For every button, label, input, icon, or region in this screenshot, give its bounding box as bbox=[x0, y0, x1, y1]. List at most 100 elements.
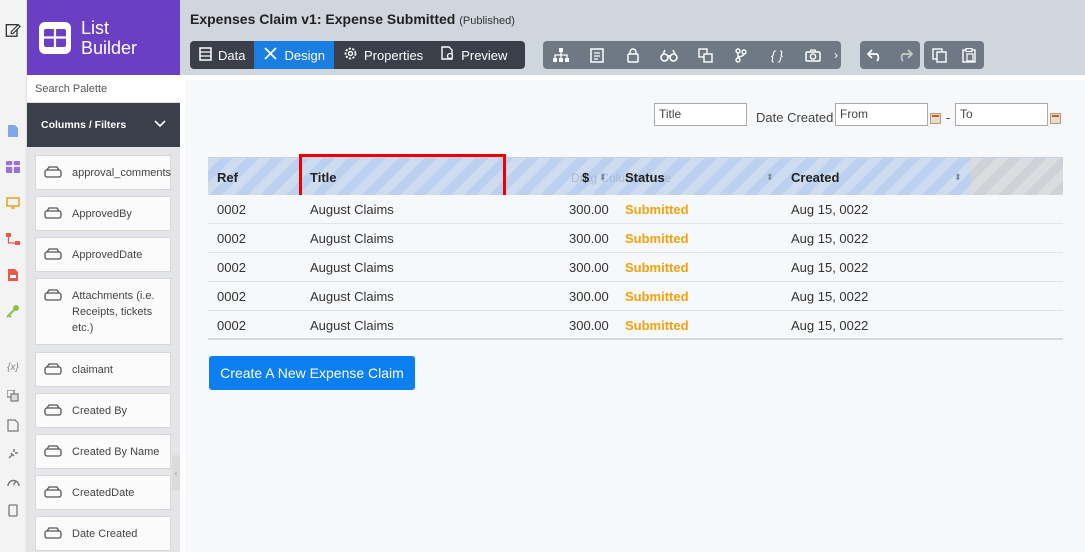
title-filter-input[interactable]: Title bbox=[654, 103, 747, 126]
workflow-icon[interactable] bbox=[5, 231, 21, 247]
cell-status: Submitted bbox=[625, 202, 689, 217]
sort-icon[interactable]: ⬍ bbox=[766, 172, 774, 183]
monitor-icon[interactable] bbox=[5, 195, 21, 211]
calendar-icon[interactable] bbox=[1050, 113, 1061, 124]
plug-icon[interactable] bbox=[5, 446, 21, 462]
grid-header: Drag Column Here Ref Title $ ⬍ Status ⬍ … bbox=[208, 154, 1063, 199]
field-label: CreatedDate bbox=[72, 487, 135, 499]
cell-created: Aug 15, 0022 bbox=[791, 260, 869, 275]
date-to-input[interactable]: To bbox=[955, 103, 1048, 126]
tab-data[interactable]: Data bbox=[190, 41, 254, 69]
translate-icon[interactable] bbox=[687, 41, 723, 69]
field-drive-icon bbox=[44, 363, 64, 378]
tab-preview[interactable]: Preview bbox=[432, 41, 516, 69]
palette-field-created-by-name[interactable]: Created By Name bbox=[35, 434, 171, 469]
field-drive-icon bbox=[44, 527, 64, 542]
copy-icon[interactable] bbox=[924, 41, 954, 69]
field-drive-icon bbox=[44, 248, 64, 263]
braces-icon[interactable]: { } bbox=[759, 41, 795, 69]
tab-label: Preview bbox=[461, 47, 508, 63]
cell-created: Aug 15, 0022 bbox=[791, 318, 869, 333]
field-label: claimant bbox=[72, 364, 113, 376]
calendar-icon[interactable] bbox=[930, 113, 941, 124]
cell-title: August Claims bbox=[310, 231, 394, 246]
table-row[interactable]: 0002 August Claims 300.00 Submitted Aug … bbox=[208, 311, 1063, 340]
palette-search-input[interactable]: Search Palette bbox=[27, 75, 180, 103]
pdf-icon[interactable] bbox=[5, 267, 21, 283]
cell-created: Aug 15, 0022 bbox=[791, 202, 869, 217]
branch-icon[interactable] bbox=[723, 41, 759, 69]
palette-field-date-created[interactable]: Date Created bbox=[35, 516, 171, 551]
list-grid: Drag Column Here Ref Title $ ⬍ Status ⬍ … bbox=[208, 154, 1063, 340]
column-header-amount[interactable]: $ bbox=[582, 170, 589, 185]
cell-status: Submitted bbox=[625, 260, 689, 275]
designer-header: Expenses Claim v1: Expense Submitted (Pu… bbox=[180, 0, 1085, 75]
table-row[interactable]: 0002 August Claims 300.00 Submitted Aug … bbox=[208, 253, 1063, 282]
palette-field-approvedby[interactable]: ApprovedBy bbox=[35, 196, 171, 231]
palette-field-claimant[interactable]: claimant bbox=[35, 352, 171, 387]
cell-title: August Claims bbox=[310, 202, 394, 217]
field-drive-icon bbox=[44, 404, 64, 419]
palette-field-attachments[interactable]: Attachments (i.e. Receipts, tickets etc.… bbox=[35, 278, 171, 345]
date-created-filter-label: Date Created bbox=[756, 110, 834, 125]
date-from-input[interactable]: From bbox=[835, 103, 928, 126]
columns-filters-section-toggle[interactable]: Columns / Filters bbox=[27, 103, 180, 147]
palette-field-approval-comments[interactable]: approval_comments bbox=[35, 155, 171, 190]
file-icon[interactable] bbox=[5, 123, 21, 139]
cell-amount: 300.00 bbox=[569, 202, 609, 217]
palette-field-createddate[interactable]: CreatedDate bbox=[35, 475, 171, 510]
table-icon[interactable] bbox=[5, 159, 21, 175]
design-tools-icon bbox=[263, 46, 278, 64]
table-row[interactable]: 0002 August Claims 300.00 Submitted Aug … bbox=[208, 282, 1063, 311]
field-label: Created By bbox=[72, 405, 128, 417]
column-header-ref[interactable]: Ref bbox=[217, 170, 238, 185]
cell-status: Submitted bbox=[625, 318, 689, 333]
edit-icon[interactable] bbox=[5, 22, 21, 38]
create-new-expense-claim-button[interactable]: Create A New Expense Claim bbox=[209, 356, 415, 390]
section-label: Columns / Filters bbox=[41, 119, 127, 131]
sort-icon[interactable]: ⬍ bbox=[599, 172, 607, 183]
brand-header: List Builder bbox=[27, 0, 180, 75]
variable-icon[interactable]: {x} bbox=[5, 359, 21, 375]
sort-icon[interactable]: ⬍ bbox=[954, 172, 962, 183]
cell-amount: 300.00 bbox=[569, 318, 609, 333]
tab-properties[interactable]: Properties bbox=[334, 41, 432, 69]
panel-collapse-handle[interactable]: ‹ bbox=[172, 455, 180, 491]
form-icon[interactable] bbox=[579, 41, 615, 69]
image-file-icon[interactable] bbox=[5, 417, 21, 433]
table-row[interactable]: 0002 August Claims 300.00 Submitted Aug … bbox=[208, 224, 1063, 253]
field-label: ApprovedBy bbox=[72, 208, 132, 220]
brand-line-1: List bbox=[81, 17, 110, 38]
column-dropzone[interactable] bbox=[971, 158, 1063, 196]
redo-icon[interactable] bbox=[890, 41, 920, 69]
mode-tabs: Data Design Properties Preview bbox=[190, 41, 525, 69]
translate-icon[interactable] bbox=[5, 388, 21, 404]
tab-design[interactable]: Design bbox=[254, 41, 334, 69]
column-header-created[interactable]: Created bbox=[791, 170, 839, 185]
tab-label: Design bbox=[284, 47, 325, 63]
palette-field-created-by[interactable]: Created By bbox=[35, 393, 171, 428]
field-drive-icon bbox=[44, 289, 64, 304]
field-label: ApprovedDate bbox=[72, 249, 143, 261]
designer-tools: { } › bbox=[543, 41, 841, 69]
org-chart-icon[interactable] bbox=[543, 41, 579, 69]
cell-ref: 0002 bbox=[217, 289, 246, 304]
cell-created: Aug 15, 0022 bbox=[791, 289, 869, 304]
mobile-icon[interactable] bbox=[5, 502, 21, 518]
camera-icon[interactable] bbox=[795, 41, 831, 69]
binoculars-icon[interactable] bbox=[651, 41, 687, 69]
column-header-status[interactable]: Status bbox=[625, 170, 665, 185]
palette-field-approveddate[interactable]: ApprovedDate bbox=[35, 237, 171, 272]
field-label: approval_comments bbox=[72, 167, 172, 179]
paste-icon[interactable] bbox=[954, 41, 984, 69]
key-icon[interactable] bbox=[5, 303, 21, 319]
app-icon-strip: {x} bbox=[0, 0, 27, 552]
page-title: Expenses Claim v1: Expense Submitted (Pu… bbox=[190, 11, 515, 27]
undo-icon[interactable] bbox=[860, 41, 890, 69]
toolbar-more-icon[interactable]: › bbox=[831, 41, 841, 69]
table-row[interactable]: 0002 August Claims 300.00 Submitted Aug … bbox=[208, 195, 1063, 224]
gauge-icon[interactable] bbox=[5, 474, 21, 490]
cell-title: August Claims bbox=[310, 260, 394, 275]
lock-icon[interactable] bbox=[615, 41, 651, 69]
cell-amount: 300.00 bbox=[569, 289, 609, 304]
